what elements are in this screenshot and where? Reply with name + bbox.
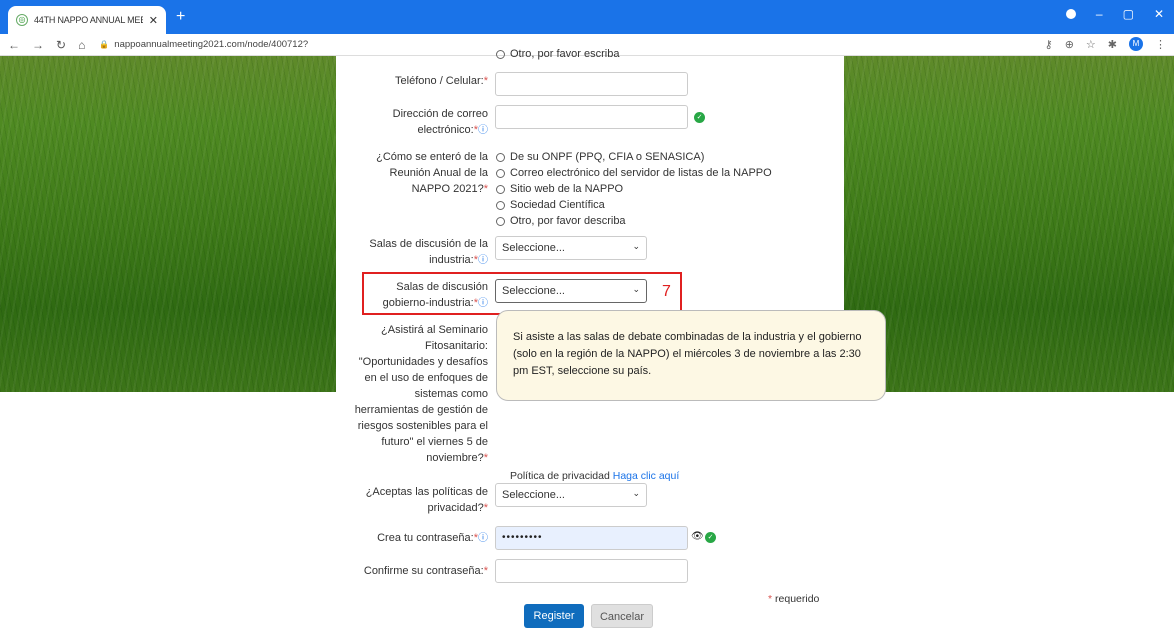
background-grass-right xyxy=(844,56,1174,392)
help-icon[interactable]: ⓘ xyxy=(478,298,488,309)
valid-check-icon: ✓ xyxy=(705,532,716,543)
star-icon[interactable]: ☆ xyxy=(1086,38,1096,51)
key-icon[interactable]: ⚷ xyxy=(1045,38,1053,51)
privacy-policy-line: Política de privacidad Haga clic aquí xyxy=(510,470,680,482)
how-heard-options: De su ONPF (PPQ, CFIA o SENASICA) Correo… xyxy=(496,149,772,229)
browser-toolbar-icons: ⚷ ⊕ ☆ ✱ M ⋮ xyxy=(1045,37,1166,51)
confirm-password-label: Confirme su contraseña:* xyxy=(363,565,488,577)
radio-icon[interactable] xyxy=(496,152,505,162)
home-icon[interactable]: ⌂ xyxy=(78,38,85,52)
eye-icon[interactable]: 👁 xyxy=(691,531,704,542)
background-grass-left xyxy=(0,56,336,392)
industry-rooms-label: Salas de discusión de la industria:*ⓘ xyxy=(369,238,488,266)
privacy-link[interactable]: Haga clic aquí xyxy=(613,470,680,482)
tab-title: 44TH NAPPO ANNUAL MEETING xyxy=(34,15,143,25)
restore-button[interactable]: ▢ xyxy=(1123,7,1134,21)
record-indicator-icon xyxy=(1065,9,1076,19)
confirm-password-input[interactable] xyxy=(495,559,688,583)
register-button[interactable]: Register xyxy=(524,604,584,628)
radio-option[interactable]: Sitio web de la NAPPO xyxy=(496,181,772,197)
radio-option[interactable]: De su ONPF (PPQ, CFIA o SENASICA) xyxy=(496,149,772,165)
seminar-label: ¿Asistirá al Seminario Fitosanitario: "O… xyxy=(354,324,488,464)
close-window-button[interactable]: ✕ xyxy=(1154,7,1164,21)
chevron-down-icon: ⌄ xyxy=(632,284,640,294)
radio-icon[interactable] xyxy=(496,216,505,226)
help-icon[interactable]: ⓘ xyxy=(478,125,488,136)
forward-icon[interactable]: → xyxy=(32,38,44,52)
email-label: Dirección de correo electrónico:*ⓘ xyxy=(392,108,488,136)
chevron-down-icon: ⌄ xyxy=(632,488,640,498)
password-input[interactable]: ••••••••• xyxy=(495,526,688,550)
required-note: * requerido xyxy=(768,593,820,605)
gov-industry-rooms-select[interactable]: Seleccione... ⌄ xyxy=(495,279,647,303)
radio-icon[interactable] xyxy=(496,184,505,194)
help-tooltip: Si asiste a las salas de debate combinad… xyxy=(496,310,886,401)
radio-icon[interactable] xyxy=(496,49,505,59)
lock-icon: 🔒 xyxy=(99,40,110,49)
menu-icon[interactable]: ⋮ xyxy=(1155,38,1166,51)
help-icon[interactable]: ⓘ xyxy=(478,533,488,544)
gov-industry-rooms-label: Salas de discusión gobierno-industria:*ⓘ xyxy=(382,281,488,309)
url-text: nappoannualmeeting2021.com/node/400712? xyxy=(114,39,309,50)
minimize-button[interactable]: – xyxy=(1096,7,1103,21)
back-icon[interactable]: ← xyxy=(8,38,20,52)
other-option-top[interactable]: Otro, por favor escriba xyxy=(496,46,619,62)
valid-check-icon: ✓ xyxy=(694,112,705,123)
chevron-down-icon: ⌄ xyxy=(632,241,640,251)
annotation-number: 7 xyxy=(662,283,671,300)
new-tab-button[interactable]: + xyxy=(176,8,185,26)
radio-option[interactable]: Sociedad Científica xyxy=(496,197,772,213)
zoom-icon[interactable]: ⊕ xyxy=(1065,38,1074,51)
industry-rooms-select[interactable]: Seleccione... ⌄ xyxy=(495,236,647,260)
extensions-icon[interactable]: ✱ xyxy=(1108,38,1117,51)
help-icon[interactable]: ⓘ xyxy=(478,255,488,266)
window-controls: – ▢ ✕ xyxy=(1065,7,1164,21)
privacy-label: ¿Aceptas las políticas de privacidad?* xyxy=(365,486,488,514)
reload-icon[interactable]: ↻ xyxy=(56,38,66,52)
close-tab-icon[interactable]: ✕ xyxy=(149,14,158,27)
browser-tab[interactable]: ◎ 44TH NAPPO ANNUAL MEETING ✕ xyxy=(8,6,166,34)
radio-icon[interactable] xyxy=(496,168,505,178)
site-favicon-icon: ◎ xyxy=(16,14,28,26)
password-label: Crea tu contraseña:*ⓘ xyxy=(377,532,488,544)
how-heard-label: ¿Cómo se enteró de la Reunión Anual de l… xyxy=(376,151,488,195)
privacy-select[interactable]: Seleccione... ⌄ xyxy=(495,483,647,507)
radio-option[interactable]: Correo electrónico del servidor de lista… xyxy=(496,165,772,181)
browser-tab-bar: ◎ 44TH NAPPO ANNUAL MEETING ✕ + – ▢ ✕ xyxy=(0,0,1174,34)
phone-label: Teléfono / Celular:* xyxy=(395,75,488,87)
radio-option[interactable]: Otro, por favor describa xyxy=(496,213,772,229)
url-field[interactable]: 🔒 nappoannualmeeting2021.com/node/400712… xyxy=(99,39,308,50)
radio-icon[interactable] xyxy=(496,200,505,210)
email-input[interactable] xyxy=(495,105,688,129)
profile-avatar[interactable]: M xyxy=(1129,37,1143,51)
cancel-button[interactable]: Cancelar xyxy=(591,604,653,628)
phone-input[interactable] xyxy=(495,72,688,96)
